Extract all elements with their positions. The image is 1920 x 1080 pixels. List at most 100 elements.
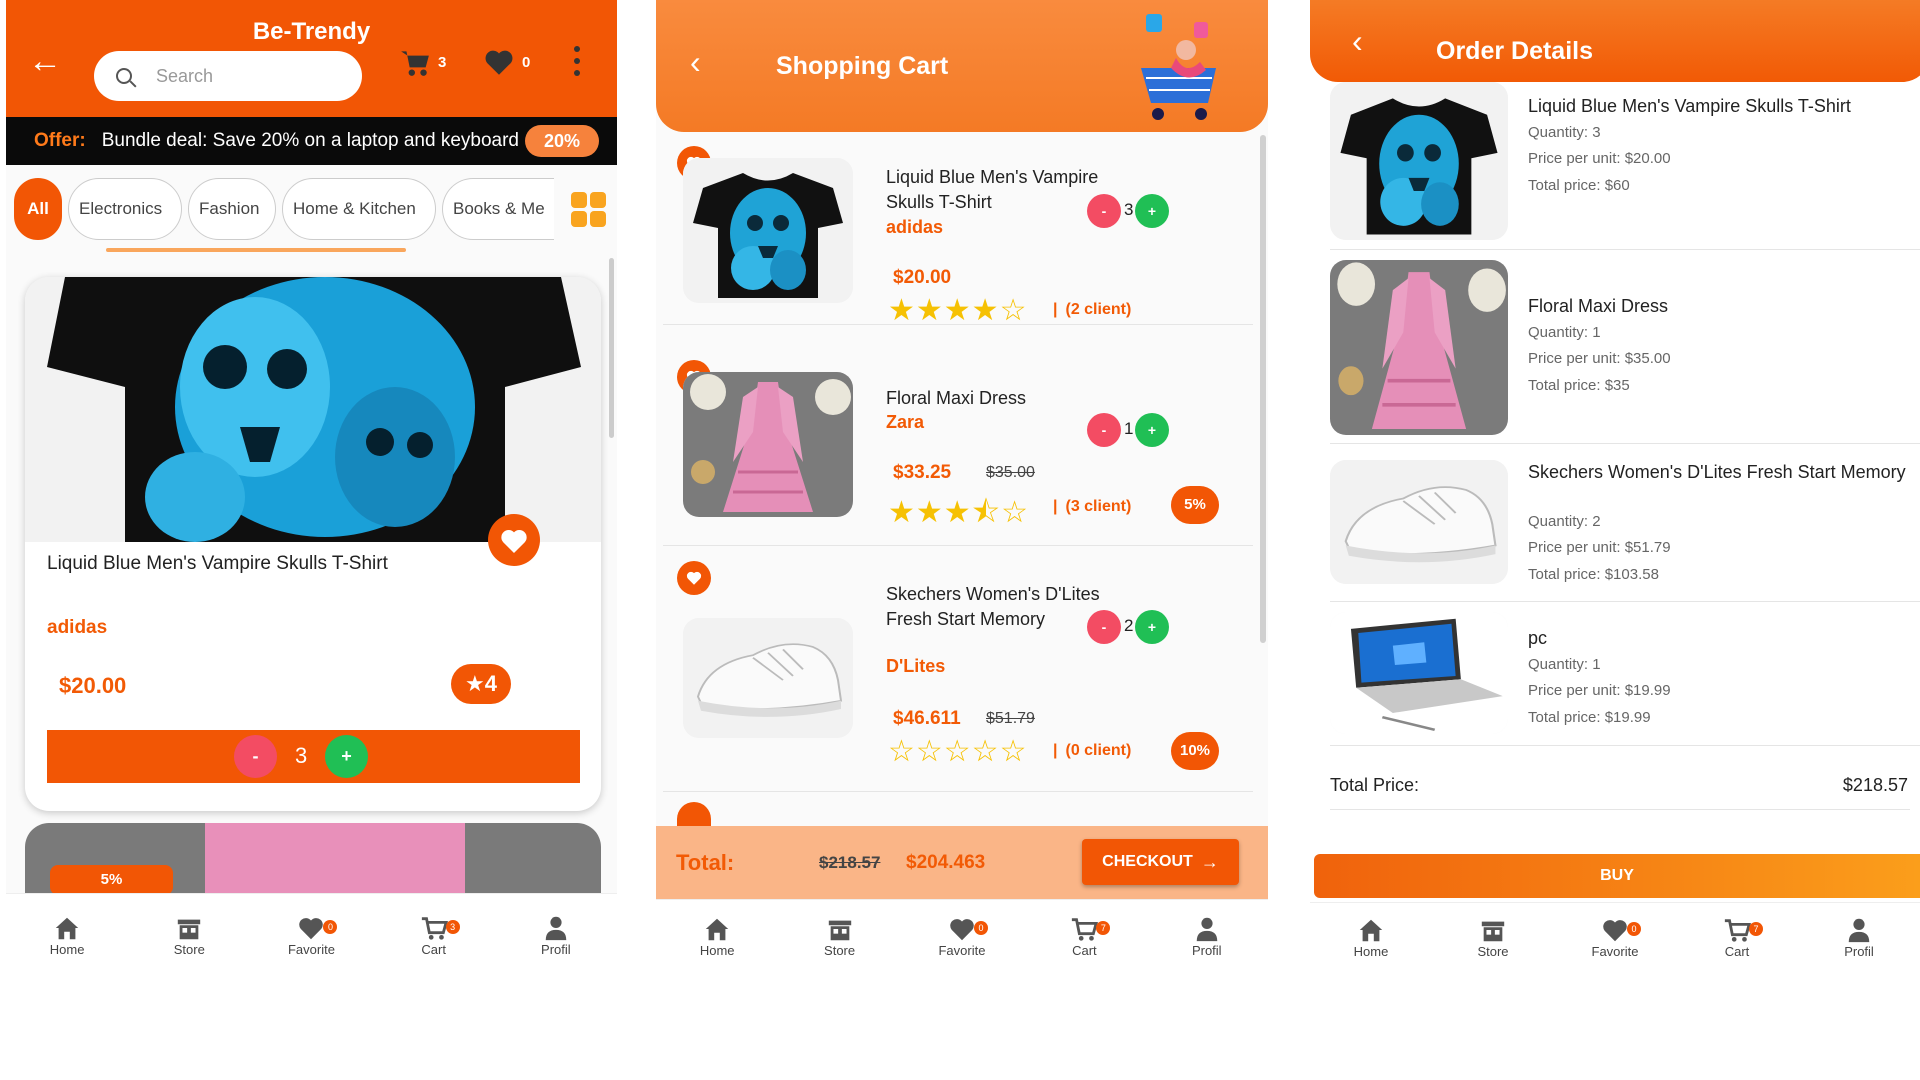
- cart-icon[interactable]: [398, 46, 432, 78]
- heart-icon: [1601, 916, 1629, 944]
- decrease-button[interactable]: -: [1087, 413, 1121, 447]
- nav-favorite[interactable]: 0 Favorite: [251, 910, 371, 957]
- quantity-value: 1: [1124, 419, 1134, 438]
- decrease-button[interactable]: -: [234, 735, 277, 778]
- nav-store[interactable]: Store: [129, 910, 249, 957]
- cart-item[interactable]: Floral Maxi Dress Zara - 1 + $33.25 $35.…: [663, 350, 1253, 546]
- scrollbar[interactable]: [1260, 135, 1266, 643]
- decrease-button[interactable]: -: [1087, 610, 1121, 644]
- increase-button[interactable]: +: [325, 735, 368, 778]
- favorite-badge: 0: [1627, 922, 1641, 936]
- nav-home[interactable]: Home: [1311, 912, 1431, 959]
- nav-home[interactable]: Home: [657, 911, 777, 958]
- nav-cart[interactable]: 3 Cart: [374, 910, 494, 957]
- order-item: Floral Maxi Dress Quantity: 1 Price per …: [1330, 250, 1920, 444]
- category-scroll-indicator: [106, 248, 406, 252]
- client-count: (2 client): [1053, 301, 1131, 319]
- star-rating: ★★★★☆: [888, 294, 1028, 327]
- nav-label: Profil: [1191, 942, 1222, 958]
- discount-badge: 5%: [1171, 486, 1219, 524]
- nav-favorite[interactable]: 0 Favorite: [902, 911, 1022, 958]
- rating-badge: ★4: [451, 664, 511, 704]
- search-input[interactable]: Search: [94, 51, 362, 101]
- item-quantity: Quantity: 3: [1528, 124, 1601, 141]
- decrease-button[interactable]: -: [1087, 194, 1121, 228]
- profile-icon: [1193, 915, 1221, 943]
- nav-profile[interactable]: Profil: [1147, 911, 1267, 958]
- quantity-value: 3: [1124, 200, 1134, 219]
- home-icon: [703, 915, 731, 943]
- offer-label: Offer:: [34, 130, 86, 151]
- heart-icon: [297, 914, 325, 942]
- cart-icon: [1070, 915, 1098, 943]
- product-image: [1330, 260, 1508, 435]
- quantity-value: 2: [1124, 616, 1134, 635]
- more-menu-icon[interactable]: [574, 46, 580, 82]
- nav-home[interactable]: Home: [7, 910, 127, 957]
- home-icon: [53, 914, 81, 942]
- back-chevron-icon[interactable]: ‹: [1352, 24, 1363, 58]
- cart-item[interactable]: Skechers Women's D'Lites Fresh Start Mem…: [663, 548, 1253, 792]
- page-title: Order Details: [1436, 37, 1594, 65]
- nav-cart[interactable]: 7 Cart: [1024, 911, 1144, 958]
- nav-cart[interactable]: 7 Cart: [1677, 912, 1797, 959]
- increase-button[interactable]: +: [1135, 413, 1169, 447]
- favorite-icon[interactable]: [482, 46, 516, 78]
- checkout-button[interactable]: CHECKOUT →: [1082, 839, 1239, 885]
- bottom-nav: Home Store 0 Favorite 7 Cart Profil: [656, 899, 1268, 968]
- nav-favorite[interactable]: 0 Favorite: [1555, 912, 1675, 959]
- category-fashion[interactable]: Fashion: [188, 178, 276, 240]
- total-label: Total:: [676, 849, 735, 875]
- checkout-label: CHECKOUT: [1102, 853, 1193, 870]
- nav-store[interactable]: Store: [780, 911, 900, 958]
- search-icon: [116, 68, 132, 84]
- increase-button[interactable]: +: [1135, 194, 1169, 228]
- star-icon: ★: [465, 671, 485, 696]
- total-new-price: $204.463: [906, 851, 986, 873]
- product-image: [1330, 612, 1508, 734]
- increase-button[interactable]: +: [1135, 610, 1169, 644]
- nav-label: Cart: [1724, 944, 1750, 959]
- item-total-price: Total price: $35: [1528, 377, 1630, 394]
- nav-profile[interactable]: Profil: [1799, 912, 1919, 959]
- star-rating: ☆☆☆☆☆: [888, 735, 1028, 768]
- favorite-heart-button[interactable]: [488, 514, 540, 566]
- category-all[interactable]: All: [14, 178, 62, 240]
- back-chevron-icon[interactable]: ‹: [690, 45, 701, 79]
- cart-badge: 3: [445, 919, 460, 934]
- offer-text: Bundle deal: Save 20% on a laptop and ke…: [101, 130, 519, 151]
- cart-icon: [420, 914, 448, 942]
- item-title: pc: [1528, 628, 1548, 648]
- cart-item[interactable]: Liquid Blue Men's Vampire Skulls T-Shirt…: [663, 135, 1253, 327]
- buy-button[interactable]: BUY: [1314, 854, 1920, 898]
- offer-banner: Offer: Bundle deal: Save 20% on a laptop…: [6, 117, 617, 165]
- shopping-illustration-icon: [1141, 14, 1216, 120]
- category-electronics[interactable]: Electronics: [68, 178, 182, 240]
- nav-label: Favorite: [938, 942, 986, 958]
- total-bar: Total: $218.57 $204.463 CHECKOUT →: [656, 826, 1268, 899]
- category-books[interactable]: Books & Me: [442, 178, 554, 240]
- order-item: Skechers Women's D'Lites Fresh Start Mem…: [1330, 446, 1920, 602]
- nav-store[interactable]: Store: [1433, 912, 1553, 959]
- nav-label: Home: [699, 942, 735, 958]
- cart-header: ‹ Shopping Cart: [656, 0, 1268, 132]
- product-image: [683, 158, 853, 303]
- product-card[interactable]: Liquid Blue Men's Vampire Skulls T-Shirt…: [25, 277, 601, 811]
- app-title: Be-Trendy: [252, 18, 371, 45]
- item-title: Liquid Blue Men's Vampire Skulls T-Shirt: [1528, 96, 1851, 116]
- favorite-heart-button[interactable]: [677, 802, 711, 826]
- star-rating: ★★★⯪☆: [888, 496, 1029, 529]
- order-item: Liquid Blue Men's Vampire Skulls T-Shirt…: [1330, 82, 1920, 250]
- nav-profile[interactable]: Profil: [496, 910, 616, 957]
- favorite-heart-button[interactable]: [677, 561, 711, 595]
- back-arrow-icon[interactable]: ←: [28, 44, 62, 78]
- product-image: [683, 618, 853, 738]
- category-home-kitchen[interactable]: Home & Kitchen: [282, 178, 436, 240]
- grid-view-icon[interactable]: [571, 192, 607, 228]
- order-item: pc Quantity: 1 Price per unit: $19.99 To…: [1330, 602, 1920, 746]
- scrollbar[interactable]: [609, 258, 614, 438]
- item-quantity: Quantity: 1: [1528, 324, 1601, 341]
- nav-label: Profil: [1844, 944, 1874, 959]
- home-screen: Be-Trendy ← Search 3 0 Offer: Bundle dea…: [6, 0, 617, 972]
- heart-icon: [685, 569, 703, 587]
